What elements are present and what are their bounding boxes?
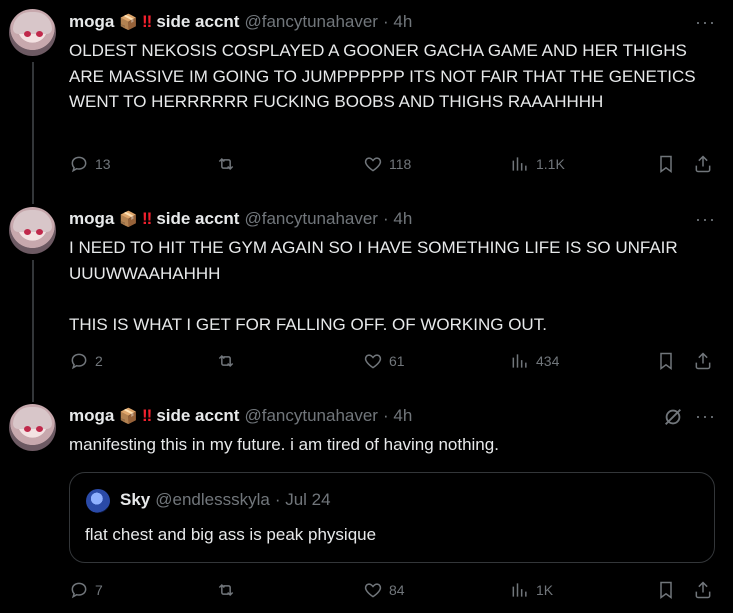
action-bar: 7 84 1K bbox=[69, 580, 719, 604]
display-name-suffix[interactable]: side accnt bbox=[156, 12, 239, 32]
more-icon[interactable]: ··· bbox=[695, 209, 716, 230]
quoted-header: Sky @endlessskyla · Jul 24 bbox=[120, 490, 331, 510]
reply-button[interactable]: 13 bbox=[69, 154, 111, 174]
bookmark-icon bbox=[656, 351, 676, 371]
bookmark-button[interactable] bbox=[656, 351, 676, 371]
views-button[interactable]: 1K bbox=[510, 580, 553, 600]
view-count: 1K bbox=[536, 582, 554, 598]
quoted-display-name[interactable]: Sky bbox=[120, 490, 150, 510]
quoted-text: flat chest and big ass is peak physique bbox=[85, 525, 377, 544]
view-count: 1.1K bbox=[536, 156, 565, 172]
more-icon[interactable]: ··· bbox=[695, 12, 716, 33]
avatar[interactable] bbox=[9, 207, 56, 254]
thread-line bbox=[32, 62, 34, 204]
box-emoji-icon: 📦 bbox=[119, 211, 139, 228]
share-button[interactable] bbox=[693, 351, 713, 371]
retweet-button[interactable] bbox=[216, 154, 236, 174]
like-icon bbox=[363, 580, 383, 600]
reply-button[interactable]: 2 bbox=[69, 351, 103, 371]
views-icon bbox=[510, 154, 530, 174]
double-exclamation-icon: ‼ bbox=[142, 209, 152, 228]
tweet-header: moga 📦 ‼ side accnt @fancytunahaver · 4h bbox=[69, 405, 412, 427]
like-count: 61 bbox=[389, 353, 405, 369]
share-button[interactable] bbox=[693, 580, 713, 600]
timestamp[interactable]: · 4h bbox=[383, 406, 412, 426]
double-exclamation-icon: ‼ bbox=[142, 12, 152, 31]
display-name-suffix[interactable]: side accnt bbox=[156, 209, 239, 229]
bookmark-icon bbox=[656, 154, 676, 174]
timestamp[interactable]: · 4h bbox=[383, 12, 412, 32]
reply-icon bbox=[69, 351, 89, 371]
avatar[interactable] bbox=[9, 404, 56, 451]
share-button[interactable] bbox=[693, 154, 713, 174]
reply-icon bbox=[69, 154, 89, 174]
box-emoji-icon: 📦 bbox=[119, 408, 139, 425]
display-name[interactable]: moga bbox=[69, 406, 114, 426]
tweet-text: OLDEST NEKOSIS COSPLAYED A GOONER GACHA … bbox=[69, 41, 701, 111]
thread-line bbox=[32, 260, 34, 402]
display-name[interactable]: moga bbox=[69, 209, 114, 229]
retweet-icon bbox=[216, 154, 236, 174]
display-name-suffix[interactable]: side accnt bbox=[156, 406, 239, 426]
views-icon bbox=[510, 351, 530, 371]
reply-button[interactable]: 7 bbox=[69, 580, 103, 600]
tweet-text: I NEED TO HIT THE GYM AGAIN SO I HAVE SO… bbox=[69, 238, 678, 334]
views-button[interactable]: 434 bbox=[510, 351, 559, 371]
retweet-button[interactable] bbox=[216, 351, 236, 371]
reply-count: 13 bbox=[95, 156, 111, 172]
timestamp[interactable]: · 4h bbox=[383, 209, 412, 229]
double-exclamation-icon: ‼ bbox=[142, 406, 152, 425]
action-bar: 2 61 434 bbox=[69, 351, 719, 375]
quoted-tweet[interactable]: Sky @endlessskyla · Jul 24 flat chest an… bbox=[69, 472, 715, 563]
retweet-icon bbox=[216, 351, 236, 371]
like-icon bbox=[363, 351, 383, 371]
tweet-text: manifesting this in my future. i am tire… bbox=[69, 435, 499, 454]
share-icon bbox=[693, 154, 713, 174]
handle[interactable]: @fancytunahaver bbox=[244, 406, 378, 426]
retweet-icon bbox=[216, 580, 236, 600]
avatar[interactable] bbox=[9, 9, 56, 56]
views-icon bbox=[510, 580, 530, 600]
quoted-avatar[interactable] bbox=[86, 489, 110, 513]
bookmark-icon bbox=[656, 580, 676, 600]
retweet-button[interactable] bbox=[216, 580, 236, 600]
views-button[interactable]: 1.1K bbox=[510, 154, 565, 174]
quoted-handle[interactable]: @endlessskyla bbox=[155, 490, 270, 510]
like-button[interactable]: 61 bbox=[363, 351, 405, 371]
reply-count: 7 bbox=[95, 582, 103, 598]
tweet-header: moga 📦 ‼ side accnt @fancytunahaver · 4h bbox=[69, 11, 412, 33]
share-icon bbox=[693, 351, 713, 371]
grok-icon[interactable] bbox=[662, 406, 684, 428]
more-icon[interactable]: ··· bbox=[695, 406, 716, 427]
like-button[interactable]: 84 bbox=[363, 580, 405, 600]
reply-count: 2 bbox=[95, 353, 103, 369]
like-button[interactable]: 118 bbox=[363, 154, 411, 174]
display-name[interactable]: moga bbox=[69, 12, 114, 32]
quoted-timestamp[interactable]: · Jul 24 bbox=[275, 490, 331, 510]
bookmark-button[interactable] bbox=[656, 154, 676, 174]
box-emoji-icon: 📦 bbox=[119, 14, 139, 31]
action-bar: 13 118 1.1K bbox=[69, 154, 719, 178]
tweet[interactable]: moga 📦 ‼ side accnt @fancytunahaver · 4h… bbox=[0, 0, 733, 204]
view-count: 434 bbox=[536, 353, 560, 369]
reply-icon bbox=[69, 580, 89, 600]
tweet-header: moga 📦 ‼ side accnt @fancytunahaver · 4h bbox=[69, 208, 412, 230]
bookmark-button[interactable] bbox=[656, 580, 676, 600]
handle[interactable]: @fancytunahaver bbox=[244, 12, 378, 32]
like-count: 84 bbox=[389, 582, 405, 598]
share-icon bbox=[693, 580, 713, 600]
like-icon bbox=[363, 154, 383, 174]
handle[interactable]: @fancytunahaver bbox=[244, 209, 378, 229]
like-count: 118 bbox=[389, 156, 412, 172]
